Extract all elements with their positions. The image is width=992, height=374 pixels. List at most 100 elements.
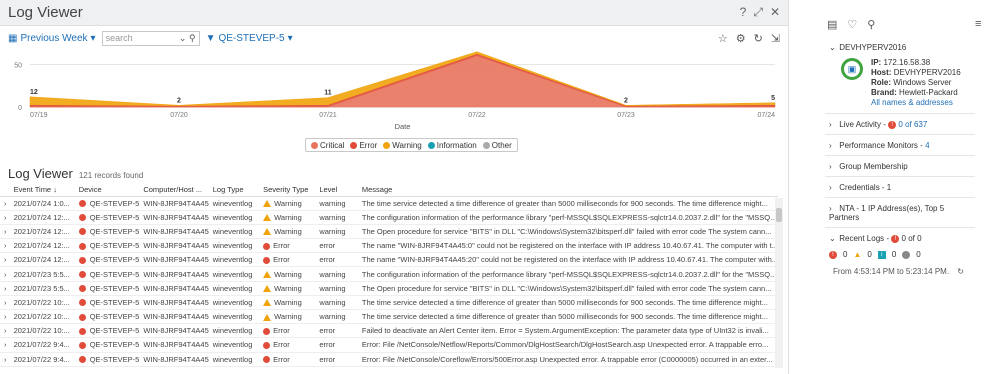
cell-level: error [315,337,358,353]
network-icon[interactable]: ⚲ [867,18,875,31]
table-row[interactable]: › 2021/07/23 5:5... QE-STEVEP-5 WIN-8JRF94T… [0,266,778,282]
live-count[interactable]: 0 of 637 [898,120,927,129]
cell-time: 2021/07/24 12:... [9,210,75,225]
group-membership-row[interactable]: › Group Membership [825,156,975,177]
chevron-right-icon: › [829,120,832,129]
cell-device[interactable]: QE-STEVEP-5 [74,210,140,225]
expand-icon[interactable]: ⤢ [753,5,763,20]
expand-col [0,183,10,197]
expand-row-chevron[interactable]: › [0,352,10,367]
period-dropdown[interactable]: ▦ Previous Week ▾ [8,33,96,44]
cell-device[interactable]: QE-STEVEP-5 [74,352,140,367]
col-event-time[interactable]: Event Time ↓ [9,183,75,197]
chevron-right-icon: › [829,162,832,171]
cell-device[interactable]: QE-STEVEP-5 [74,224,140,240]
cell-logtype: wineventlog [208,238,260,254]
device-filter[interactable]: ▼ QE-STEVEP-5 ▾ [206,33,293,44]
table-scrollbar[interactable] [775,198,783,368]
star-icon[interactable]: ☆ [718,32,728,45]
cell-device[interactable]: QE-STEVEP-5 [74,309,140,325]
expand-row-chevron[interactable]: › [0,196,10,211]
expand-row-chevron[interactable]: › [0,252,10,268]
scroll-thumb[interactable] [776,208,782,222]
cell-device[interactable]: QE-STEVEP-5 [74,196,140,211]
nta-row[interactable]: › NTA - 1 IP Address(es), Top 5 Partners [825,198,975,228]
expand-row-chevron[interactable]: › [0,281,10,296]
expand-row-chevron[interactable]: › [0,337,10,353]
help-icon[interactable]: ? [740,5,747,20]
table-row[interactable]: › 2021/07/22 10:... QE-STEVEP-5 WIN-8JRF94T… [0,295,778,311]
cell-level: error [315,252,358,268]
col-logtype[interactable]: Log Type [208,183,260,197]
cell-severity: Warning [259,281,316,296]
legend-swatch [427,141,435,149]
export-icon[interactable]: ⇲ [771,32,780,45]
cell-device[interactable]: QE-STEVEP-5 [74,337,140,353]
expand-row-chevron[interactable]: › [0,224,10,240]
expand-row-chevron[interactable]: › [0,210,10,225]
cell-logtype: wineventlog [208,196,260,211]
cell-message: The Open procedure for service "BITS" in… [357,281,778,296]
cell-device[interactable]: QE-STEVEP-5 [74,323,140,339]
col-level[interactable]: Level [315,183,358,197]
toolbar: ▦ Previous Week ▾ search ⌄ ⚲ ▼ QE-STEVEP… [0,26,788,50]
col-severity[interactable]: Severity Type [259,183,316,197]
device-icon [78,256,86,264]
table-row[interactable]: › 2021/07/22 10:... QE-STEVEP-5 WIN-8JRF94T… [0,323,778,339]
table-row[interactable]: › 2021/07/22 10:... QE-STEVEP-5 WIN-8JRF94T… [0,309,778,325]
menu-icon[interactable]: ≡ [975,18,981,30]
device-icon [78,313,86,321]
cell-device[interactable]: QE-STEVEP-5 [74,295,140,311]
credentials-row[interactable]: › Credentials - 1 [825,177,975,198]
table-row[interactable]: › 2021/07/24 12:... QE-STEVEP-5 WIN-8JRF94T… [0,252,778,268]
col-host[interactable]: Computer/Host ... [139,183,209,197]
perf-monitors-row[interactable]: › Performance Monitors - 4 [825,135,975,156]
expand-row-chevron[interactable]: › [0,295,10,311]
chevron-right-icon: › [829,204,832,213]
col-device[interactable]: Device [74,183,140,197]
gear-icon[interactable]: ⚙ [736,32,746,45]
table-header-row: Event Time ↓ Device Computer/Host ... Lo… [0,183,778,197]
table-row[interactable]: › 2021/07/22 9:4... QE-STEVEP-5 WIN-8JRF94T… [0,352,778,367]
expand-row-chevron[interactable]: › [0,309,10,325]
perf-count[interactable]: 4 [925,141,929,150]
chevron-down-icon[interactable]: ⌄ [829,234,837,243]
table-row[interactable]: › 2021/07/24 12:... QE-STEVEP-5 WIN-8JRF94T… [0,210,778,225]
node-section: ⌄ DEVHYPERV2016 ▣ IP: 172.16.58.38 Host:… [825,37,975,114]
list-icon[interactable]: ▤ [827,18,837,31]
refresh-icon[interactable]: ↻ [957,267,964,276]
col-message[interactable]: Message [357,183,778,197]
expand-row-chevron[interactable]: › [0,323,10,339]
search-input[interactable]: search ⌄ ⚲ [101,30,200,46]
cell-host: WIN-8JRF94T4A45 [139,281,209,296]
table-row[interactable]: › 2021/07/22 9:4... QE-STEVEP-5 WIN-8JRF94T… [0,337,778,353]
live-activity-row[interactable]: › Live Activity - ! 0 of 637 [825,114,975,135]
expand-row-chevron[interactable]: › [0,238,10,254]
cell-device[interactable]: QE-STEVEP-5 [74,252,140,268]
refresh-icon[interactable]: ↻ [754,32,763,45]
table-row[interactable]: › 2021/07/24 12:... QE-STEVEP-5 WIN-8JRF94T… [0,238,778,254]
search-icon[interactable]: ⌄ ⚲ [179,33,196,44]
all-names-link[interactable]: All names & addresses [871,98,961,108]
table-row[interactable]: › 2021/07/24 1:0... QE-STEVEP-5 WIN-8JRF94T… [0,196,778,211]
close-icon[interactable]: ✕ [770,5,780,20]
cell-message: The time service detected a time differe… [357,309,778,325]
legend-item[interactable]: Information [427,141,477,150]
header-icons: ? ⤢ ✕ [740,5,780,20]
table-row[interactable]: › 2021/07/24 12:... QE-STEVEP-5 WIN-8JRF94T… [0,224,778,240]
node-role: Windows Server [893,78,952,87]
legend-item[interactable]: Critical [311,141,344,150]
legend-item[interactable]: Error [350,141,377,150]
chevron-down-icon[interactable]: ⌄ [829,43,837,52]
legend-item[interactable]: Other [482,141,512,150]
heartbeat-icon[interactable]: ♡ [847,18,857,31]
expand-row-chevron[interactable]: › [0,266,10,282]
cell-device[interactable]: QE-STEVEP-5 [74,238,140,254]
table-row[interactable]: › 2021/07/23 5:5... QE-STEVEP-5 WIN-8JRF94T… [0,281,778,296]
legend-item[interactable]: Warning [383,141,422,150]
cell-device[interactable]: QE-STEVEP-5 [74,266,140,282]
cell-device[interactable]: QE-STEVEP-5 [74,281,140,296]
device-icon [78,200,86,208]
warning-icon [263,214,272,222]
cell-message: Error: File /NetConsole/Netflow/Reports/… [357,337,778,353]
